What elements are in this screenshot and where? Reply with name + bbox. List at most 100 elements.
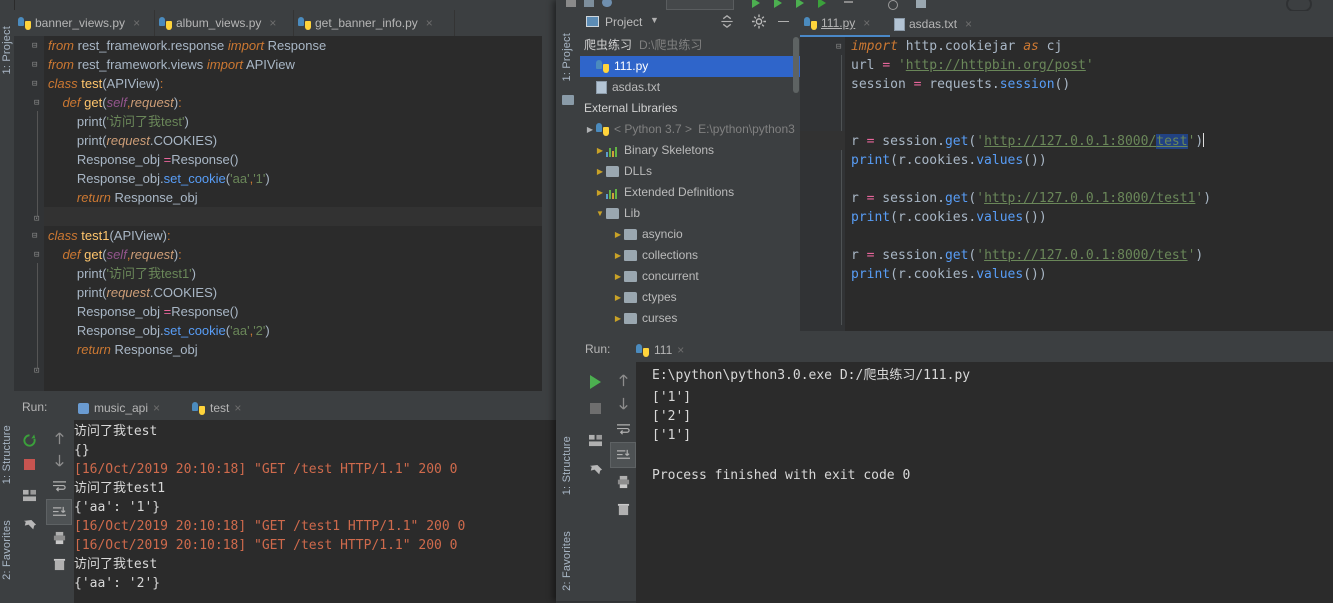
tab-banner-views[interactable]: banner_views.py × <box>14 10 155 36</box>
chevron-right-icon[interactable]: ▶ <box>594 161 606 182</box>
tree-item-collections[interactable]: ▶ collections <box>580 245 800 266</box>
chevron-right-icon[interactable]: ▶ <box>612 266 624 287</box>
tree-item-dlls[interactable]: ▶ DLLs <box>580 161 800 182</box>
left-editor-gutter[interactable]: ⊟ ⊟ ⊟ ⊟ ⊡ ⊟ ⊟ ⊡ <box>14 36 44 391</box>
sidebar-item-project[interactable]: 1: Project <box>561 33 573 81</box>
tree-item-binary-skeletons[interactable]: ▶ Binary Skeletons <box>580 140 800 161</box>
tree-item-project-root[interactable]: 爬虫练习 D:\爬虫练习 <box>580 35 800 56</box>
clear-all-icon[interactable] <box>610 496 636 522</box>
chevron-right-icon[interactable]: ▶ <box>612 245 624 266</box>
fold-icon[interactable]: ⊟ <box>34 98 39 108</box>
close-icon[interactable]: × <box>965 11 972 37</box>
soft-wrap-icon[interactable] <box>46 473 72 499</box>
fold-icon[interactable]: ⊟ <box>32 79 37 89</box>
print-icon[interactable] <box>610 469 636 495</box>
close-icon[interactable]: × <box>234 401 241 415</box>
close-icon[interactable]: × <box>133 10 140 36</box>
fold-icon[interactable]: ⊟ <box>32 60 37 70</box>
fold-icon[interactable]: ⊟ <box>32 231 37 241</box>
fold-icon[interactable]: ⊡ <box>34 214 39 224</box>
scroll-to-end-icon[interactable] <box>46 499 72 525</box>
fold-icon[interactable]: ⊟ <box>836 42 841 52</box>
fold-icon[interactable]: ⊟ <box>32 41 37 51</box>
tree-item-external-libraries[interactable]: External Libraries <box>580 98 800 119</box>
tree-item-111-py[interactable]: 111.py <box>580 56 800 77</box>
project-tree-scrollbar[interactable] <box>793 37 799 93</box>
sidebar-item-structure[interactable]: 1: Structure <box>561 436 573 495</box>
fold-icon[interactable]: ⊟ <box>34 250 39 260</box>
pin-icon[interactable] <box>16 513 42 539</box>
scroll-down-icon[interactable] <box>46 447 72 473</box>
run-coverage-icon[interactable] <box>796 0 804 8</box>
profile-icon[interactable] <box>818 0 826 8</box>
sidebar-item-favorites[interactable]: 2: Favorites <box>561 531 573 591</box>
stop-icon[interactable] <box>16 451 42 477</box>
close-icon[interactable]: × <box>677 343 684 357</box>
run-tab-music-api[interactable]: music_api × <box>72 398 166 418</box>
print-icon[interactable] <box>46 525 72 551</box>
open-icon[interactable] <box>566 0 576 7</box>
close-icon[interactable]: × <box>863 10 870 36</box>
gear-icon[interactable] <box>752 14 766 32</box>
right-main-toolbar[interactable] <box>556 0 1333 12</box>
project-tree[interactable]: 爬虫练习 D:\爬虫练习 111.py asdas.txt External L… <box>580 35 800 331</box>
rerun-icon[interactable] <box>16 427 42 453</box>
right-editor-gutter[interactable]: ⊟ <box>800 37 845 331</box>
sidebar-item-favorites[interactable]: 2: Favorites <box>1 520 13 580</box>
layout-icon[interactable] <box>16 482 42 508</box>
search-icon[interactable] <box>888 0 898 10</box>
code-line: def get(self,request): <box>62 247 182 262</box>
tree-item-extended-definitions[interactable]: ▶ Extended Definitions <box>580 182 800 203</box>
run-icon[interactable] <box>582 369 608 395</box>
close-icon[interactable]: × <box>426 10 433 36</box>
collapse-all-icon[interactable] <box>720 14 734 32</box>
pin-icon[interactable] <box>582 458 608 484</box>
chevron-right-icon[interactable]: ▶ <box>612 224 624 245</box>
sidebar-item-structure[interactable]: 1: Structure <box>1 425 13 484</box>
tree-label: < Python 3.7 > <box>614 122 693 136</box>
tree-item-asyncio[interactable]: ▶ asyncio <box>580 224 800 245</box>
tab-get-banner-info[interactable]: get_banner_info.py × <box>294 10 455 36</box>
tree-item-ctypes[interactable]: ▶ ctypes <box>580 287 800 308</box>
close-icon[interactable]: × <box>153 401 160 415</box>
chevron-down-icon[interactable]: ▼ <box>650 15 659 25</box>
scroll-to-end-icon[interactable] <box>610 442 636 468</box>
tab-asdas-txt[interactable]: asdas.txt × <box>890 11 1000 37</box>
sync-icon[interactable] <box>602 0 612 7</box>
chevron-right-icon[interactable]: ▶ <box>612 308 624 329</box>
left-run-output[interactable]: 访问了我test {} [16/Oct/2019 20:10:18] "GET … <box>74 420 556 603</box>
tree-item-lib[interactable]: ▼ Lib <box>580 203 800 224</box>
left-code-content[interactable]: from rest_framework.response import Resp… <box>44 36 542 391</box>
tree-item-curses[interactable]: ▶ curses <box>580 308 800 329</box>
right-code-content[interactable]: import http.cookiejar as cj url = 'http:… <box>845 37 1333 331</box>
clear-all-icon[interactable] <box>46 551 72 577</box>
chevron-right-icon[interactable]: ▶ <box>612 287 624 308</box>
tab-album-views[interactable]: album_views.py × <box>155 10 294 36</box>
right-run-output[interactable]: E:\python\python3.0.exe D:/爬虫练习/111.py [… <box>636 362 1333 603</box>
run-tab-111[interactable]: 111 × <box>630 340 690 360</box>
fold-icon[interactable]: ⊡ <box>34 366 39 376</box>
run-icon[interactable] <box>752 0 760 8</box>
close-icon[interactable]: × <box>269 10 276 36</box>
tree-item-asdas-txt[interactable]: asdas.txt <box>580 77 800 98</box>
minimize-icon[interactable] <box>778 21 789 22</box>
run-configuration-selector[interactable] <box>666 0 734 10</box>
layout-icon[interactable] <box>582 427 608 453</box>
tree-item-python-sdk[interactable]: ▶ < Python 3.7 > E:\python\python3 <box>580 119 800 140</box>
stop-icon[interactable] <box>844 1 853 3</box>
tree-item-concurrent[interactable]: ▶ concurrent <box>580 266 800 287</box>
soft-wrap-icon[interactable] <box>610 416 636 442</box>
chevron-right-icon[interactable]: ▶ <box>584 119 596 140</box>
stop-icon[interactable] <box>582 395 608 421</box>
run-tab-test[interactable]: test × <box>186 398 247 418</box>
sidebar-item-project[interactable]: 1: Project <box>1 26 13 74</box>
scroll-down-icon[interactable] <box>610 390 636 416</box>
left-editor-scrollbar[interactable] <box>542 36 556 391</box>
save-icon[interactable] <box>584 0 594 7</box>
chevron-right-icon[interactable]: ▶ <box>594 182 606 203</box>
debug-icon[interactable] <box>774 0 782 8</box>
chevron-down-icon[interactable]: ▼ <box>594 203 606 224</box>
tab-111-py[interactable]: 111.py × <box>800 11 890 37</box>
settings-icon[interactable] <box>916 0 926 8</box>
chevron-right-icon[interactable]: ▶ <box>594 140 606 161</box>
